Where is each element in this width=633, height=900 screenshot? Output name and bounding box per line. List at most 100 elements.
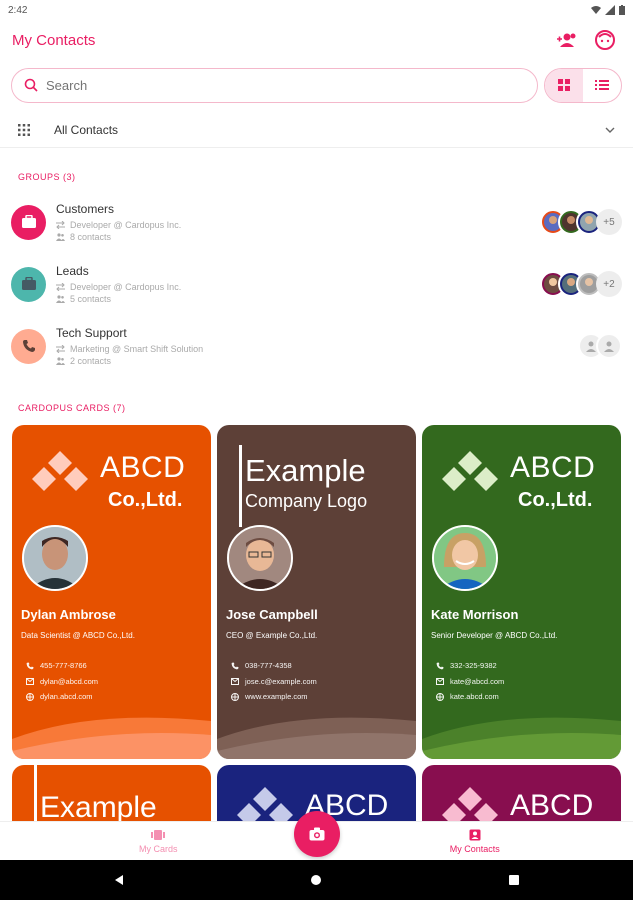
status-icons	[591, 5, 625, 15]
nav-my-contacts[interactable]: My Contacts	[317, 822, 633, 860]
page-title: My Contacts	[12, 31, 96, 49]
nav-my-cards[interactable]: My Cards	[0, 822, 317, 860]
status-bar: 2:42	[0, 0, 633, 20]
app-root: 2:42 My Contacts Search All Contacts GRO…	[0, 0, 633, 900]
add-contact-icon	[557, 33, 576, 47]
brand-name: ABCD	[510, 789, 594, 822]
group-detail-row: Marketing @ Smart Shift Solution	[56, 343, 586, 355]
group-name: Tech Support	[56, 325, 127, 340]
avatar	[227, 525, 293, 591]
group-item-customers[interactable]: Customers Developer @ Cardopus Inc. 8 co…	[0, 194, 633, 250]
email-icon	[436, 678, 444, 685]
app-bar: My Contacts	[0, 20, 633, 60]
people-icon	[56, 232, 65, 241]
person-role: Senior Developer @ ABCD Co.,Ltd.	[431, 631, 558, 640]
scan-card-button[interactable]	[294, 811, 340, 857]
group-avatar	[11, 266, 46, 302]
view-toggle	[544, 67, 622, 103]
business-card[interactable]: ABCD Co.,Ltd. Kate Morrison Senior Devel…	[422, 425, 621, 759]
contact-filter-dropdown[interactable]: All Contacts	[0, 112, 633, 148]
add-contact-button[interactable]	[551, 24, 583, 56]
group-detail-row: Developer @ Cardopus Inc.	[56, 219, 548, 231]
more-members-badge: +5	[596, 209, 622, 235]
group-members: +5	[540, 209, 622, 235]
business-card[interactable]: ABCD Co.,Ltd. Dylan Ambrose Data Scienti…	[12, 425, 211, 759]
search-box[interactable]	[11, 67, 538, 103]
group-members	[578, 333, 622, 359]
battery-icon	[619, 5, 625, 15]
briefcase-icon	[21, 277, 36, 290]
email-text: jose.c@example.com	[245, 677, 317, 686]
swap-icon	[56, 282, 65, 291]
list-view-button[interactable]	[583, 69, 621, 102]
group-info: Customers Developer @ Cardopus Inc. 8 co…	[56, 202, 548, 243]
group-detail-row: Developer @ Cardopus Inc.	[56, 281, 548, 293]
group-count: 2 contacts	[70, 355, 112, 366]
group-count-row: 5 contacts	[56, 293, 548, 305]
people-icon	[56, 356, 65, 365]
briefcase-icon	[21, 215, 36, 228]
contact-phone: 455-777-8766	[26, 661, 87, 670]
group-count-row: 8 contacts	[56, 231, 548, 243]
group-item-tech-support[interactable]: Tech Support Marketing @ Smart Shift Sol…	[0, 318, 633, 374]
search-input[interactable]	[46, 77, 486, 93]
diamond-logo-icon	[32, 451, 88, 491]
swap-icon	[56, 344, 65, 353]
email-icon	[26, 678, 34, 685]
logo-bar	[34, 765, 37, 825]
group-name: Leads	[56, 263, 89, 278]
phone-icon	[231, 662, 239, 669]
signal-icon	[605, 5, 615, 15]
person-photo-icon	[434, 527, 496, 589]
card-wave-decoration	[422, 717, 621, 759]
recents-icon[interactable]	[508, 874, 520, 886]
group-item-leads[interactable]: Leads Developer @ Cardopus Inc. 5 contac…	[0, 256, 633, 312]
phone-text: 332-325-9382	[450, 661, 497, 670]
group-detail: Developer @ Cardopus Inc.	[70, 219, 182, 230]
phone-icon	[22, 340, 35, 352]
brand-name: ABCD	[510, 451, 596, 484]
search-row	[11, 67, 623, 103]
diamond-logo-icon	[237, 787, 293, 825]
group-avatar	[11, 328, 46, 364]
business-card[interactable]: Example Company Logo Jose Campbell CEO @…	[217, 425, 416, 759]
contacts-icon	[469, 829, 481, 840]
list-icon	[595, 80, 609, 90]
business-card[interactable]: ABCD	[422, 765, 621, 825]
person-role: Data Scientist @ ABCD Co.,Ltd.	[21, 631, 135, 640]
company-logo: ABCD Co.,Ltd.	[434, 445, 619, 525]
swap-icon	[56, 220, 65, 229]
person-role: CEO @ Example Co.,Ltd.	[226, 631, 318, 640]
groups-section-header: GROUPS (3)	[18, 172, 76, 182]
email-text: dylan@abcd.com	[40, 677, 99, 686]
contact-email: dylan@abcd.com	[26, 677, 98, 686]
status-time: 2:42	[8, 4, 28, 16]
profile-button[interactable]	[589, 24, 621, 56]
phone-icon	[436, 662, 444, 669]
avatar	[432, 525, 498, 591]
more-members-badge: +2	[596, 271, 622, 297]
business-card[interactable]: Example	[12, 765, 211, 825]
group-name: Customers	[56, 201, 115, 216]
search-icon	[24, 78, 38, 92]
brand-subtitle: Co.,Ltd.	[518, 489, 593, 511]
contact-email: kate@abcd.com	[436, 677, 504, 686]
person-name: Jose Campbell	[226, 607, 318, 622]
brand-subtitle: Co.,Ltd.	[108, 489, 183, 511]
group-count-row: 2 contacts	[56, 355, 586, 367]
card-wave-decoration	[12, 717, 211, 759]
filter-label: All Contacts	[54, 122, 119, 137]
grid-icon	[558, 79, 570, 91]
person-placeholder-icon	[604, 341, 614, 352]
back-icon[interactable]	[113, 874, 125, 886]
contact-phone: 038-777-4358	[231, 661, 292, 670]
grid-view-button[interactable]	[545, 68, 583, 102]
people-icon	[56, 294, 65, 303]
home-icon[interactable]	[310, 874, 322, 886]
brand-name: Example	[40, 791, 157, 824]
group-avatar	[11, 204, 46, 240]
contact-phone: 332-325-9382	[436, 661, 497, 670]
brand-subtitle: Company Logo	[245, 491, 368, 511]
member-placeholder	[596, 333, 622, 359]
apps-grid-icon	[18, 123, 30, 136]
